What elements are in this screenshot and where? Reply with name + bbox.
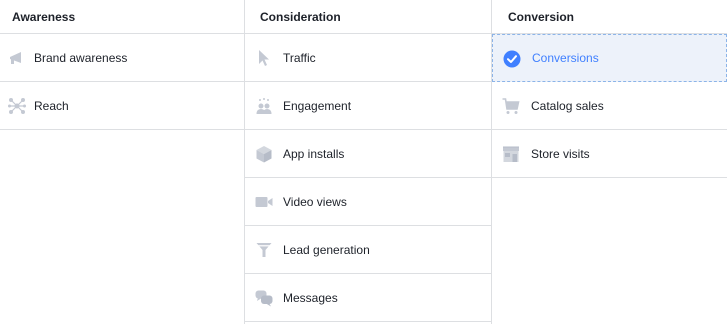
video-camera-icon [255,197,273,207]
objective-store-visits[interactable]: Store visits [492,130,727,178]
objective-label: Store visits [531,146,590,161]
people-icon [256,98,272,114]
objective-catalog-sales[interactable]: Catalog sales [492,82,727,130]
objective-label: Traffic [283,50,316,65]
reach-icon [8,98,26,114]
objective-traffic[interactable]: Traffic [244,34,492,82]
objective-label: App installs [283,146,345,161]
objective-app-installs[interactable]: App installs [244,130,492,178]
objective-label: Reach [34,98,69,113]
objective-conversions[interactable]: Conversions [492,34,727,82]
objective-lead-generation[interactable]: Lead generation [244,226,492,274]
objective-label: Messages [283,290,338,305]
conversion-column: Conversion Conversions Catalog sales Sto… [492,0,727,178]
consideration-header: Consideration [244,0,492,34]
consideration-column: Consideration Traffic Engagement App ins… [244,0,492,322]
objective-engagement[interactable]: Engagement [244,82,492,130]
funnel-icon [256,243,272,257]
objective-video-views[interactable]: Video views [244,178,492,226]
objective-label: Engagement [283,98,352,113]
box-icon [256,146,272,163]
objective-label: Lead generation [283,242,370,257]
megaphone-icon [10,52,21,64]
objective-label: Conversions [532,51,599,65]
awareness-column: Awareness Brand awareness Reach [0,0,244,130]
objective-brand-awareness[interactable]: Brand awareness [0,34,244,82]
storefront-icon [503,146,519,162]
objective-messages[interactable]: Messages [244,274,492,322]
objective-reach[interactable]: Reach [0,82,244,130]
objective-label: Brand awareness [34,50,128,65]
cursor-icon [259,50,269,66]
objective-label: Video views [283,194,347,209]
awareness-header: Awareness [0,0,244,34]
shopping-cart-icon [502,98,520,114]
conversion-header: Conversion [492,0,727,34]
chat-bubbles-icon [255,290,273,307]
check-circle-icon [503,50,521,68]
objective-picker: Awareness Brand awareness Reach Consider… [0,0,727,336]
objective-label: Catalog sales [531,98,604,113]
